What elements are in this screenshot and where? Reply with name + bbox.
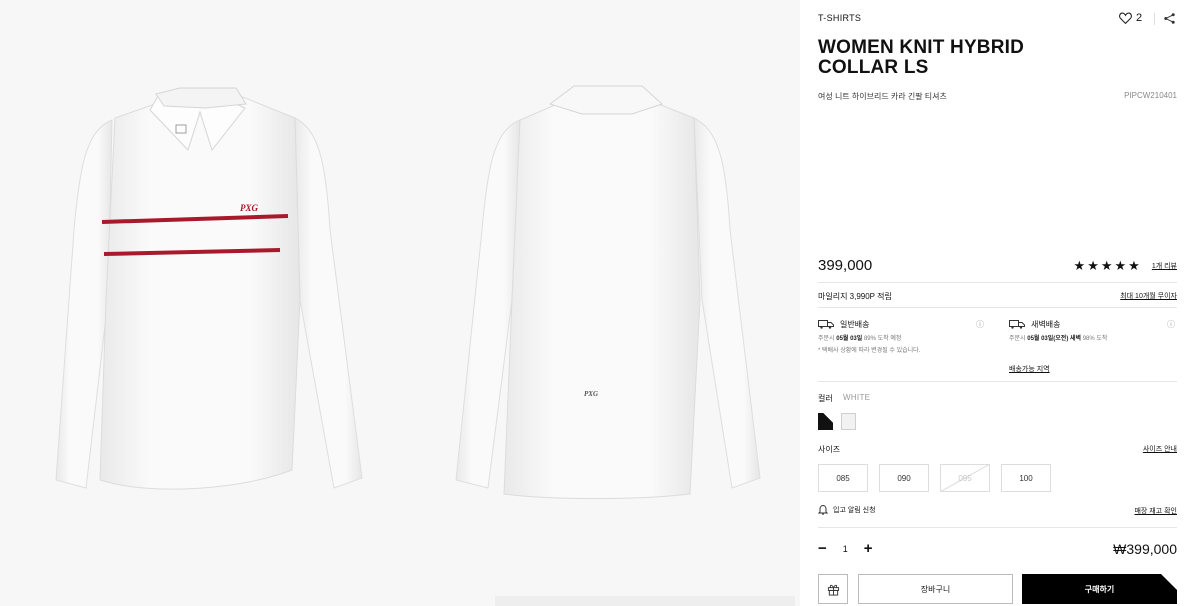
- total-price: ₩399,000: [1113, 541, 1177, 557]
- standard-note: * 택배사 상황에 따라 변경될 수 있습니다.: [818, 348, 921, 354]
- dawn-shipping-title: 새벽배송: [1031, 320, 1061, 329]
- size-option-090[interactable]: 090: [879, 464, 929, 492]
- help-icon[interactable]: ⓘ: [976, 319, 984, 330]
- dawn-eta: 주문시 05월 03일(오전) 새벽 98% 도착: [1009, 333, 1181, 342]
- share-icon: [1164, 13, 1175, 24]
- eta-rate: 98% 도착: [1082, 336, 1108, 342]
- eta-date: 05월 03일: [836, 336, 863, 342]
- add-to-cart-button[interactable]: 장바구니: [858, 574, 1013, 604]
- size-option-100[interactable]: 100: [1001, 464, 1051, 492]
- divider: [1154, 13, 1155, 25]
- quantity-increase-button[interactable]: +: [864, 541, 873, 556]
- color-label: 컬러: [818, 394, 833, 403]
- gift-icon: [827, 584, 839, 596]
- restock-alert-label: 입고 알림 신청: [833, 506, 876, 514]
- share-button[interactable]: [1163, 12, 1176, 30]
- divider: [818, 307, 1177, 308]
- installment-link[interactable]: 최대 10개월 무이자: [1120, 291, 1177, 301]
- product-title: WOMEN KNIT HYBRID COLLAR LS: [818, 38, 1058, 78]
- size-guide-link[interactable]: 사이즈 안내: [1143, 444, 1177, 454]
- star-rating: ★★★★★: [1073, 258, 1142, 273]
- standard-shipping-title: 일반배송: [840, 320, 870, 329]
- divider: [818, 527, 1177, 528]
- like-count: 2: [1136, 12, 1143, 24]
- category-label[interactable]: T-SHIRTS: [818, 13, 861, 23]
- title-line-1: WOMEN KNIT HYBRID: [818, 37, 1025, 58]
- standard-eta: 주문시 05월 03일 89% 도착 예정: [818, 333, 990, 342]
- divider: [818, 381, 1177, 382]
- eta-prefix: 주문시: [1009, 336, 1026, 342]
- back-logo: PXG: [584, 390, 598, 398]
- eta-date: 05월 03일(오전) 새벽: [1027, 336, 1082, 342]
- quantity-value[interactable]: 1: [843, 544, 848, 554]
- front-shirt-image[interactable]: PXG: [0, 0, 400, 606]
- front-logo: PXG: [240, 203, 259, 213]
- product-price: 399,000: [818, 257, 873, 274]
- product-code: PIPCW210401: [1124, 91, 1177, 100]
- gift-button[interactable]: [818, 574, 848, 604]
- bell-icon: [818, 504, 828, 515]
- heart-icon: [1119, 12, 1132, 24]
- divider: [818, 282, 1177, 283]
- help-icon[interactable]: ⓘ: [1167, 319, 1175, 330]
- dawn-truck-icon: [1009, 320, 1025, 329]
- color-swatch-black[interactable]: [818, 413, 833, 430]
- truck-icon: [818, 320, 834, 329]
- quantity-stepper: − 1 +: [818, 541, 873, 556]
- next-image-peek: [495, 596, 795, 606]
- eta-rate: 89% 도착 예정: [863, 336, 902, 342]
- buy-now-label: 구매하기: [1084, 584, 1115, 594]
- store-stock-link[interactable]: 매장 재고 확인: [1134, 506, 1177, 516]
- back-shirt-image[interactable]: PXG: [400, 0, 800, 606]
- quantity-decrease-button[interactable]: −: [818, 541, 827, 556]
- title-line-2: COLLAR LS: [818, 57, 929, 78]
- size-option-095-sold-out[interactable]: 095: [940, 464, 990, 492]
- size-label: 사이즈: [818, 445, 841, 454]
- size-option-085[interactable]: 085: [818, 464, 868, 492]
- like-button[interactable]: 2: [1119, 12, 1142, 24]
- rating: ★★★★★ 1개 리뷰: [1074, 258, 1177, 274]
- buy-now-button[interactable]: 구매하기: [1022, 574, 1177, 604]
- review-link[interactable]: 1개 리뷰: [1152, 261, 1177, 271]
- delivery-area-link[interactable]: 배송가능 지역: [1009, 364, 1050, 374]
- size-label-095: 095: [958, 473, 972, 483]
- product-subtitle: 여성 니트 하이브리드 카라 긴팔 티셔츠: [818, 92, 947, 101]
- standard-shipping: 일반배송 주문시 05월 03일 89% 도착 예정 * 택배사 상황에 따라 …: [818, 319, 990, 354]
- selected-color: WHITE: [843, 393, 871, 402]
- restock-alert-button[interactable]: 입고 알림 신청: [818, 504, 876, 515]
- eta-prefix: 주문시: [818, 336, 835, 342]
- product-gallery: PXG PXG: [0, 0, 800, 606]
- mileage-info: 마일리지 3,990P 적립: [818, 292, 892, 301]
- dawn-shipping: 새벽배송 주문시 05월 03일(오전) 새벽 98% 도착: [1009, 319, 1181, 342]
- color-swatch-white[interactable]: [841, 413, 856, 430]
